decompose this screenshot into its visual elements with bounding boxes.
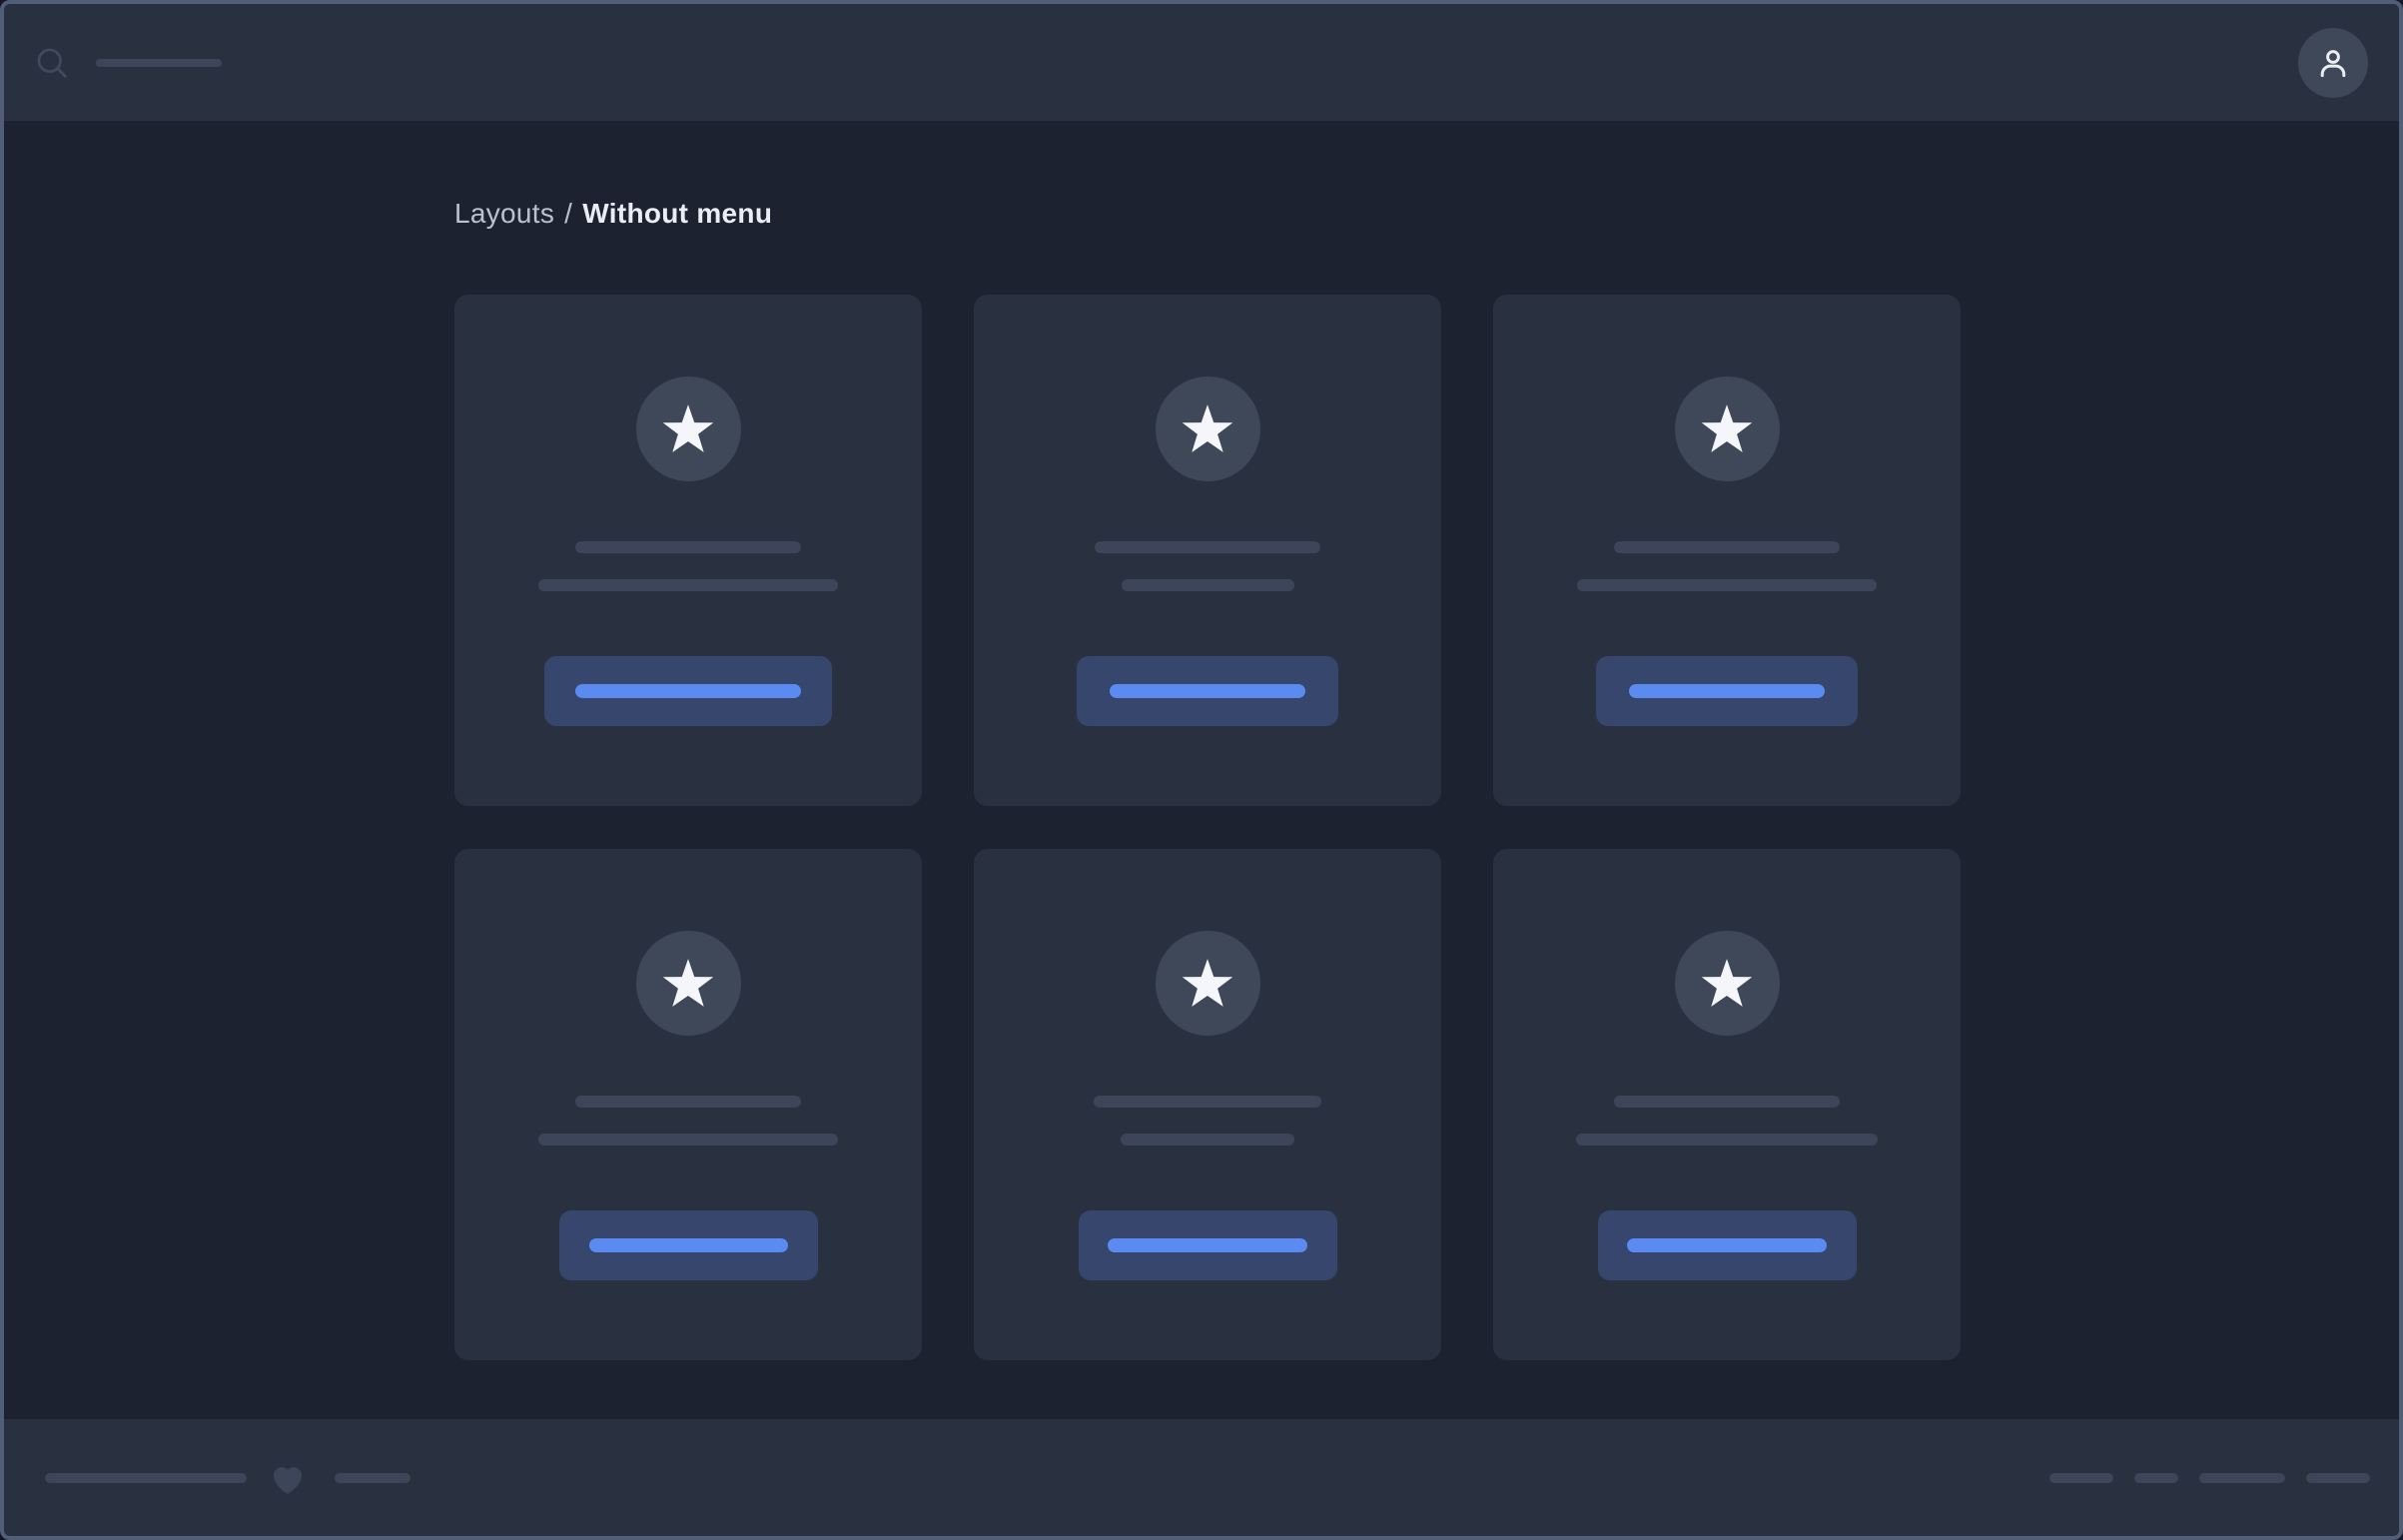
star-badge	[636, 931, 741, 1036]
star-icon	[661, 402, 715, 456]
card[interactable]	[1493, 295, 1961, 806]
star-icon	[1700, 957, 1754, 1011]
card-action-button[interactable]	[1598, 1210, 1857, 1280]
card-action-button[interactable]	[1077, 656, 1338, 726]
button-label-bar	[1629, 684, 1825, 698]
star-badge	[1675, 931, 1780, 1036]
heart-icon[interactable]	[265, 1457, 311, 1499]
star-badge	[1675, 377, 1780, 481]
footer-text-bar	[335, 1473, 410, 1483]
search-area[interactable]	[34, 45, 2298, 81]
footer-links-group	[2049, 1473, 2370, 1483]
top-bar	[4, 4, 2399, 121]
card-title-bar	[575, 541, 801, 553]
card-subtitle-bar	[1121, 1134, 1294, 1146]
card-subtitle-bar	[538, 1134, 838, 1146]
main-content: Layouts / Without menu	[4, 121, 2399, 1419]
card-action-button[interactable]	[1596, 656, 1858, 726]
button-label-bar	[1627, 1238, 1827, 1252]
footer-link-bar[interactable]	[2199, 1473, 2285, 1483]
card-grid	[454, 295, 2399, 1360]
button-label-bar	[1108, 1238, 1307, 1252]
card-subtitle-bar	[1122, 579, 1294, 591]
card-title-bar	[575, 1096, 801, 1108]
card[interactable]	[454, 849, 922, 1360]
card[interactable]	[454, 295, 922, 806]
card[interactable]	[1493, 849, 1961, 1360]
card-title-bar	[1614, 541, 1840, 553]
card-action-button[interactable]	[1079, 1210, 1337, 1280]
card-subtitle-bar	[1576, 1134, 1878, 1146]
button-label-bar	[1110, 684, 1305, 698]
card-action-button[interactable]	[559, 1210, 818, 1280]
avatar[interactable]	[2298, 28, 2368, 98]
card-action-button[interactable]	[544, 656, 832, 726]
star-icon	[1700, 402, 1754, 456]
star-badge	[1156, 377, 1260, 481]
footer-left-group	[45, 1457, 410, 1499]
star-badge	[636, 377, 741, 481]
footer-text-bar	[45, 1473, 247, 1483]
breadcrumb-parent[interactable]: Layouts	[454, 198, 554, 229]
card-title-bar	[1614, 1096, 1840, 1108]
button-label-bar	[575, 684, 801, 698]
app-window: Layouts / Without menu	[0, 0, 2403, 1540]
breadcrumb-separator: /	[564, 198, 572, 229]
bottom-bar	[4, 1419, 2399, 1536]
footer-link-bar[interactable]	[2134, 1473, 2178, 1483]
card-subtitle-bar	[1577, 579, 1877, 591]
card[interactable]	[974, 849, 1441, 1360]
star-badge	[1156, 931, 1260, 1036]
card-title-bar	[1094, 1096, 1321, 1108]
card-title-bar	[1095, 541, 1320, 553]
card-subtitle-bar	[538, 579, 838, 591]
card[interactable]	[974, 295, 1441, 806]
button-label-bar	[589, 1238, 788, 1252]
breadcrumb: Layouts / Without menu	[454, 194, 2399, 234]
star-icon	[1181, 402, 1234, 456]
breadcrumb-current: Without menu	[582, 198, 772, 229]
user-icon	[2315, 45, 2351, 81]
search-icon[interactable]	[34, 45, 70, 81]
star-icon	[1181, 957, 1234, 1011]
star-icon	[661, 957, 715, 1011]
footer-link-bar[interactable]	[2049, 1473, 2113, 1483]
footer-link-bar[interactable]	[2306, 1473, 2370, 1483]
search-placeholder-bar	[96, 59, 222, 67]
